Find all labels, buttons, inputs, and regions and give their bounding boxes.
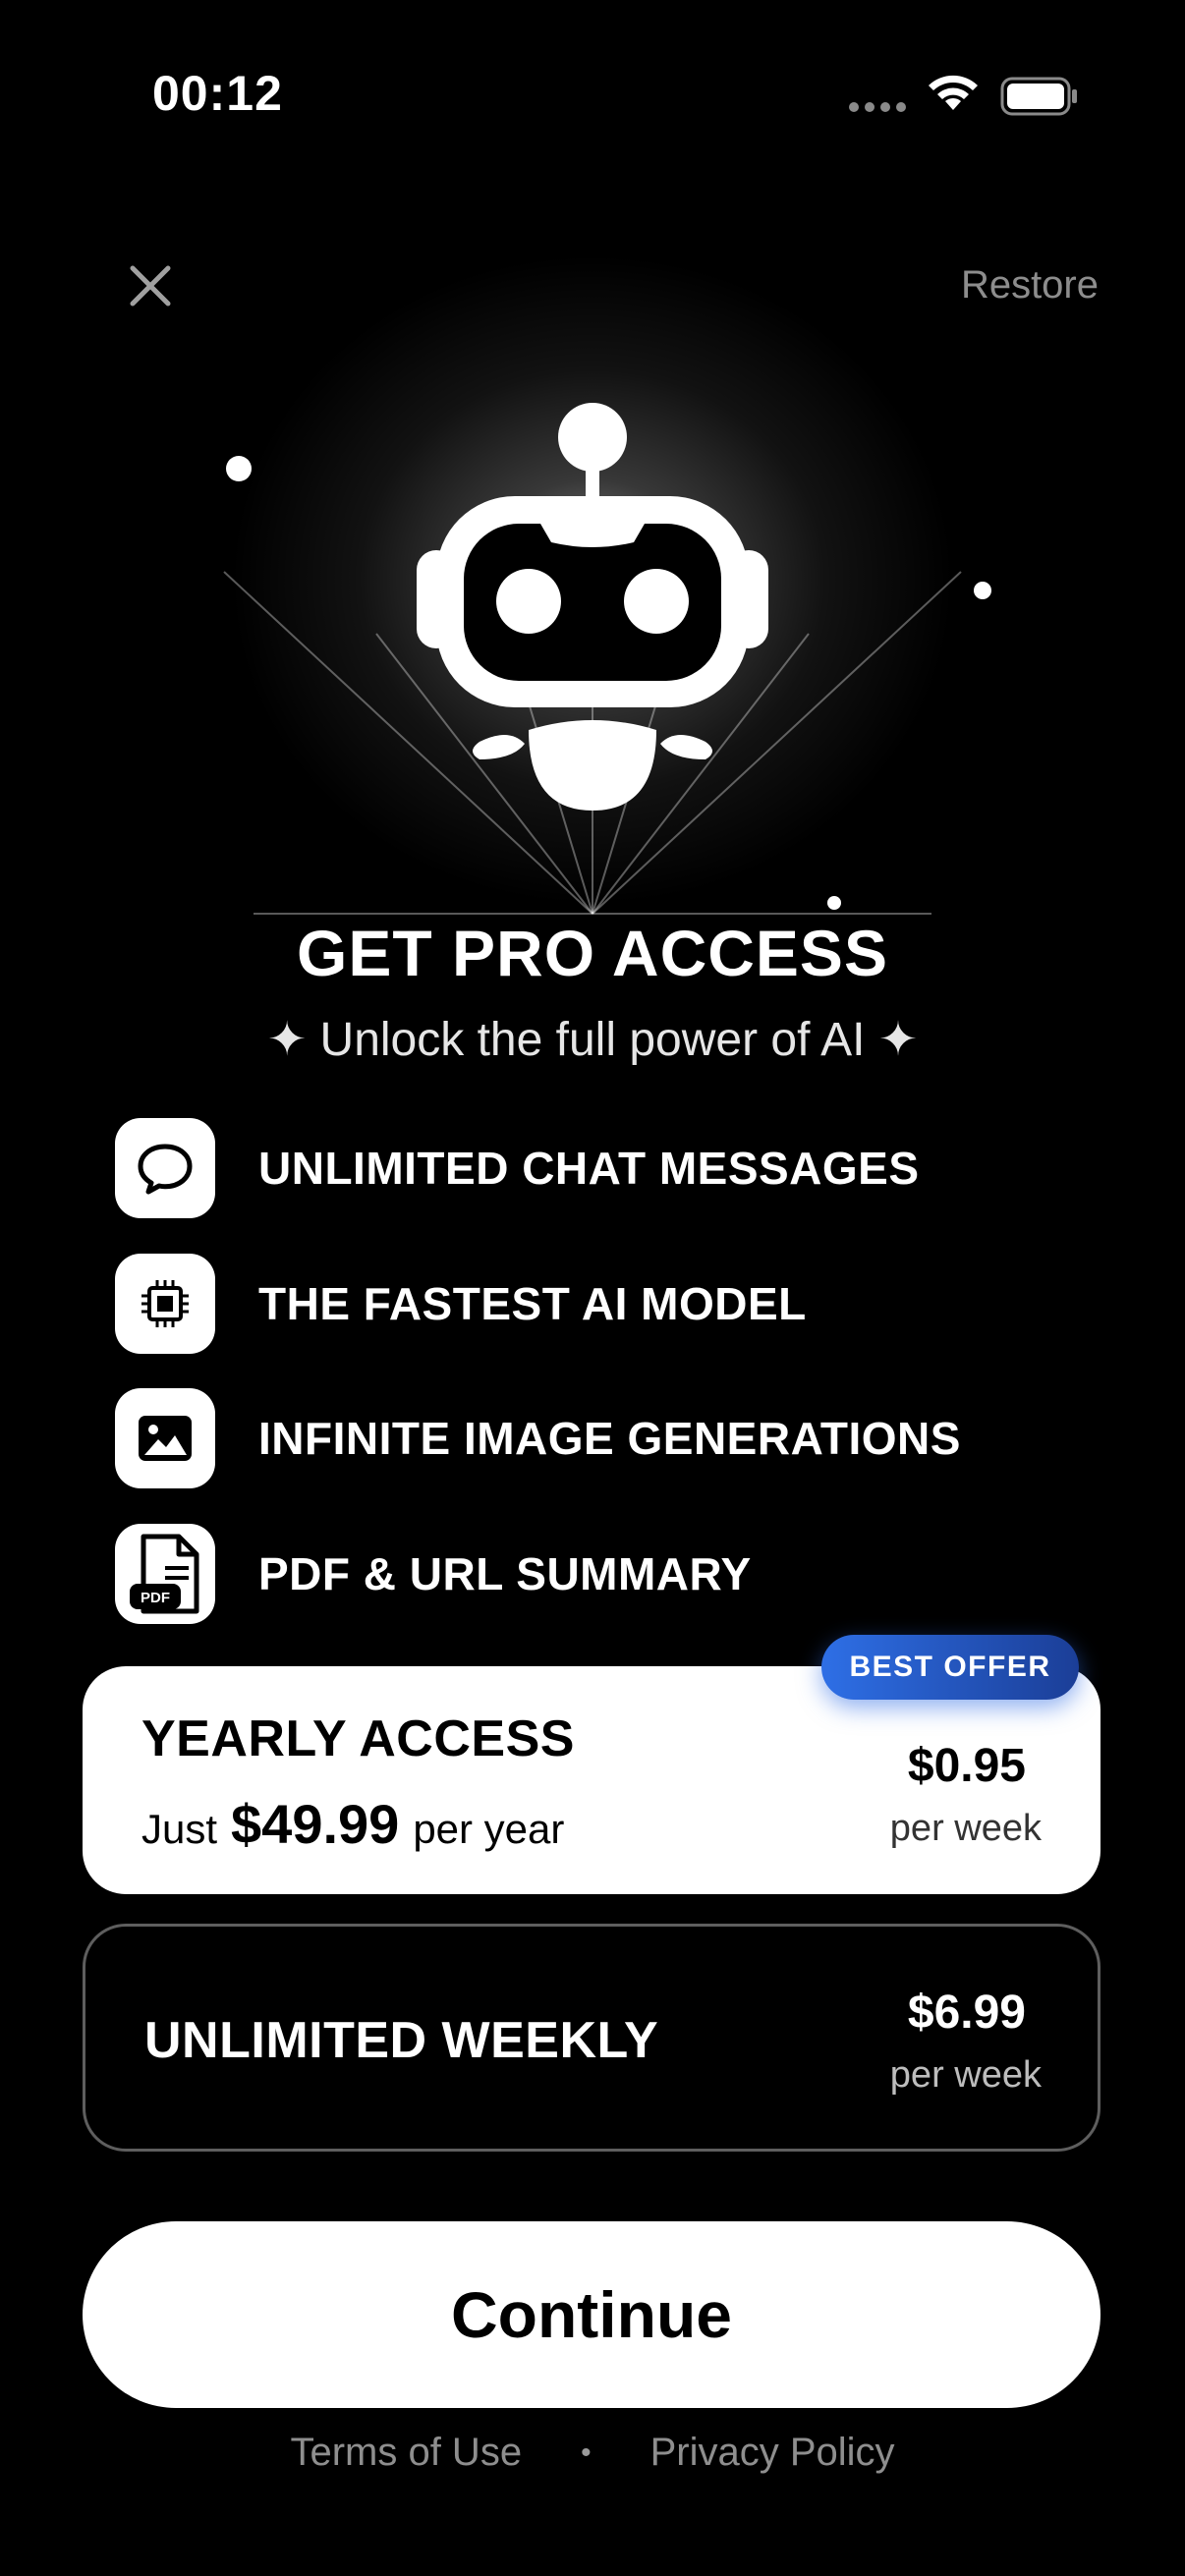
battery-icon bbox=[1000, 77, 1077, 116]
svg-text:PDF: PDF bbox=[141, 1590, 170, 1606]
terms-of-use-link[interactable]: Terms of Use bbox=[290, 2431, 522, 2475]
footer-separator: • bbox=[581, 2436, 592, 2469]
page-subtitle: ✦ Unlock the full power of AI ✦ bbox=[266, 1014, 919, 1066]
plan-weekly-price: $6.99 bbox=[907, 1987, 1026, 2039]
plan-price-period: per week bbox=[889, 1808, 1042, 1849]
wifi-icon bbox=[929, 75, 978, 110]
plan-desc-suffix: per year bbox=[413, 1806, 565, 1852]
plan-price-period: per week bbox=[889, 2054, 1042, 2096]
feature-label: PDF & URL SUMMARY bbox=[258, 1548, 752, 1599]
sparkle-dot bbox=[827, 896, 841, 910]
plan-description: Just $49.99 per year bbox=[141, 1792, 564, 1856]
robot-mascot-icon bbox=[417, 403, 768, 811]
cellular-signal-icon bbox=[849, 102, 906, 112]
plan-name: UNLIMITED WEEKLY bbox=[144, 2012, 659, 2069]
plan-name: YEARLY ACCESS bbox=[141, 1710, 575, 1767]
close-icon[interactable] bbox=[128, 263, 173, 308]
footer-links: Terms of Use • Privacy Policy bbox=[0, 2431, 1185, 2475]
image-icon bbox=[115, 1388, 215, 1488]
plan-option-weekly[interactable]: UNLIMITED WEEKLY $6.99 per week bbox=[83, 1924, 1100, 2152]
chat-bubble-icon bbox=[115, 1118, 215, 1218]
feature-item: PDF PDF & URL SUMMARY bbox=[115, 1523, 752, 1625]
pdf-document-icon: PDF bbox=[115, 1524, 215, 1624]
best-offer-badge: BEST OFFER bbox=[821, 1635, 1079, 1700]
feature-item: THE FASTEST AI MODEL bbox=[115, 1253, 807, 1355]
feature-label: INFINITE IMAGE GENERATIONS bbox=[258, 1413, 961, 1464]
sparkle-dot bbox=[974, 582, 991, 599]
plan-total-price: $49.99 bbox=[231, 1793, 400, 1855]
feature-item: INFINITE IMAGE GENERATIONS bbox=[115, 1387, 961, 1489]
page-title: GET PRO ACCESS bbox=[297, 917, 888, 989]
continue-button[interactable]: Continue bbox=[83, 2221, 1100, 2408]
feature-label: THE FASTEST AI MODEL bbox=[258, 1278, 807, 1329]
privacy-policy-link[interactable]: Privacy Policy bbox=[650, 2431, 895, 2475]
feature-item: UNLIMITED CHAT MESSAGES bbox=[115, 1117, 920, 1219]
status-time: 00:12 bbox=[152, 66, 283, 121]
feature-label: UNLIMITED CHAT MESSAGES bbox=[258, 1143, 920, 1194]
plan-weekly-price: $0.95 bbox=[907, 1740, 1026, 1792]
plan-desc-prefix: Just bbox=[141, 1806, 218, 1852]
sparkle-dot bbox=[226, 456, 252, 481]
cpu-chip-icon bbox=[115, 1254, 215, 1354]
plan-option-yearly[interactable]: YEARLY ACCESS Just $49.99 per year $0.95… bbox=[83, 1666, 1100, 1894]
